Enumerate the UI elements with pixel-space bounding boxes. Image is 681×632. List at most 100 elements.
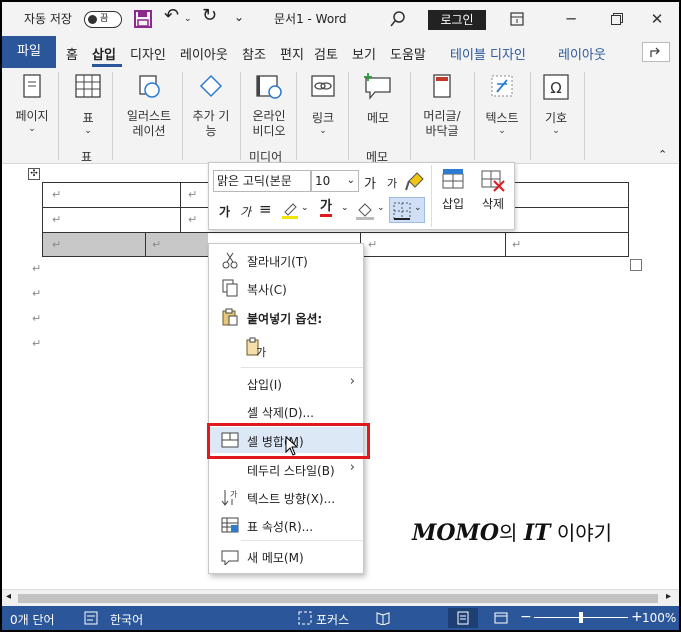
menu-item-border-styles[interactable]: 테두리 스타일(B) › (209, 456, 363, 482)
word-count[interactable]: 0개 단어 (10, 611, 55, 628)
menu-item-cut[interactable]: 잘라내기(T) (209, 247, 363, 273)
web-layout-icon[interactable] (494, 611, 508, 625)
tab-review[interactable]: 검토 (314, 44, 338, 63)
tab-help[interactable]: 도움말 (390, 44, 426, 63)
font-size-box[interactable]: 10 ⌄ (311, 170, 359, 192)
undo-dropdown-icon[interactable]: ⌄ (184, 14, 192, 24)
share-button[interactable] (642, 42, 670, 62)
scroll-right-icon[interactable]: ▸ (666, 591, 671, 602)
tab-insert[interactable]: 삽입 (92, 44, 116, 63)
watermark-ko1: 의 (499, 521, 524, 545)
borders-button[interactable]: ⌄ (389, 197, 425, 223)
tab-layout[interactable]: 레이아웃 (180, 44, 228, 63)
collapse-ribbon-icon[interactable]: ⌃ (658, 148, 667, 161)
italic-button[interactable]: 가 (240, 203, 251, 220)
mouse-cursor-icon (285, 436, 299, 456)
text-direction-icon: 가 (221, 490, 238, 506)
autosave-toggle[interactable]: 끔 (84, 11, 122, 28)
shrink-font-button[interactable]: 가 (387, 175, 397, 191)
grow-font-button[interactable]: 가 (364, 173, 376, 192)
chevron-down-icon: ⌄ (84, 126, 92, 136)
tab-home[interactable]: 홈 (66, 44, 78, 63)
chevron-down-icon: ⌄ (28, 124, 36, 134)
redo-icon[interactable]: ↻ (202, 5, 217, 26)
menu-item-new-comment[interactable]: 새 메모(M) (209, 543, 363, 569)
svg-text:가: 가 (230, 490, 238, 499)
pages-button[interactable]: 페이지 ⌄ (12, 72, 52, 134)
bold-button[interactable]: 가 (219, 203, 230, 220)
paste-glyph: 가 (256, 346, 267, 359)
text-button[interactable]: 텍스트 ⌄ (478, 72, 526, 136)
read-mode-icon[interactable] (376, 611, 390, 625)
minimize-button[interactable]: ─ (558, 6, 584, 32)
tab-table-layout[interactable]: 레이아웃 (558, 44, 606, 63)
tab-view[interactable]: 보기 (352, 44, 376, 63)
table-border (180, 182, 181, 232)
tab-table-design[interactable]: 테이블 디자인 (450, 44, 526, 63)
watermark-ko2: 이야기 (550, 521, 613, 545)
table-insert-icon (442, 169, 464, 189)
ribbon-display-options-icon[interactable] (504, 6, 530, 32)
save-icon[interactable] (134, 10, 152, 28)
mini-toolbar: 맑은 고딕(본문 10 ⌄ 가 가 가 가 ≡ ⌄ 가 ⌄ ⌄ ⌄ 삽입 삭제 (208, 162, 515, 230)
symbols-button[interactable]: Ω 기호 ⌄ (536, 72, 576, 136)
header-footer-button[interactable]: 머리글/ 바닥글 (414, 72, 470, 139)
context-menu: 잘라내기(T) 복사(C) 붙여넣기 옵션: 가 삽입(I) › 셀 삭제(D)… (208, 243, 364, 574)
undo-icon[interactable]: ↶ (164, 5, 179, 26)
delete-button[interactable]: 삭제 (473, 168, 513, 224)
zoom-level[interactable]: 100% (642, 611, 676, 625)
table-button[interactable]: 표 ⌄ (70, 72, 106, 136)
scroll-thumb[interactable] (18, 594, 658, 603)
horizontal-scrollbar[interactable]: ◂ ▸ (2, 589, 679, 606)
zoom-out-button[interactable]: − (520, 609, 532, 625)
zoom-slider-thumb[interactable] (579, 612, 583, 623)
table-move-handle-icon[interactable]: ✣ (28, 168, 40, 180)
chevron-down-icon[interactable]: ⌄ (377, 203, 385, 213)
insert-button[interactable]: 삽입 (435, 168, 471, 224)
menu-separator (241, 367, 363, 368)
format-painter-icon[interactable] (405, 171, 425, 191)
restore-button[interactable] (604, 6, 630, 32)
group-divider (112, 72, 113, 160)
scroll-left-icon[interactable]: ◂ (6, 591, 11, 602)
font-color-button[interactable]: 가 (320, 200, 332, 217)
customize-qat-icon[interactable]: ⌄ (234, 10, 244, 24)
status-bar: 0개 단어 한국어 포커스 − + 100% (2, 606, 679, 630)
tab-mailings[interactable]: 편지 (280, 44, 304, 63)
paragraph-mark: ↵ (32, 287, 42, 300)
menu-label: 삽입(I) (247, 378, 282, 392)
align-center-icon[interactable]: ≡ (259, 200, 272, 218)
comment-button[interactable]: 메모 (358, 72, 398, 126)
tab-design[interactable]: 디자인 (130, 44, 166, 63)
search-icon[interactable] (390, 11, 406, 27)
illustrations-button[interactable]: 일러스트 레이션 (122, 72, 176, 139)
watermark-latin1: MOMO (412, 520, 500, 546)
paste-keep-text-only-button[interactable]: 가 (245, 334, 271, 362)
ribbon-tabs: 파일 홈 삽입 디자인 레이아웃 참조 편지 검토 보기 도움말 테이블 디자인… (2, 36, 679, 68)
menu-item-table-properties[interactable]: 표 속성(R)... (209, 512, 363, 538)
menu-item-insert[interactable]: 삽입(I) › (209, 370, 363, 396)
scissors-icon (222, 252, 238, 269)
links-button[interactable]: 링크 ⌄ (304, 72, 342, 136)
chevron-down-icon[interactable]: ⌄ (341, 203, 349, 213)
print-layout-button[interactable] (448, 608, 478, 628)
tab-file[interactable]: 파일 (2, 36, 56, 68)
menu-item-copy[interactable]: 복사(C) (209, 275, 363, 301)
highlight-icon[interactable] (281, 201, 299, 219)
online-video-button[interactable]: 온라인 비디오 (246, 72, 292, 139)
focus-button[interactable]: 포커스 (316, 611, 349, 628)
addins-button[interactable]: 추가 기 능 (188, 72, 234, 139)
table-resize-handle[interactable] (630, 259, 642, 271)
close-button[interactable]: ✕ (644, 6, 670, 32)
shading-icon[interactable] (355, 200, 375, 220)
language[interactable]: 한국어 (110, 611, 143, 628)
login-button[interactable]: 로그인 (428, 10, 486, 30)
chevron-down-icon[interactable]: ⌄ (301, 203, 309, 213)
proofing-icon[interactable] (84, 611, 98, 625)
tab-references[interactable]: 참조 (242, 44, 266, 63)
comment-label: 메모 (366, 111, 390, 125)
menu-item-text-direction[interactable]: 가 텍스트 방향(X)... (209, 484, 363, 510)
font-name-box[interactable]: 맑은 고딕(본문 (213, 170, 311, 192)
menu-item-delete-cells[interactable]: 셀 삭제(D)... (209, 398, 363, 424)
zoom-in-button[interactable]: + (631, 609, 643, 625)
